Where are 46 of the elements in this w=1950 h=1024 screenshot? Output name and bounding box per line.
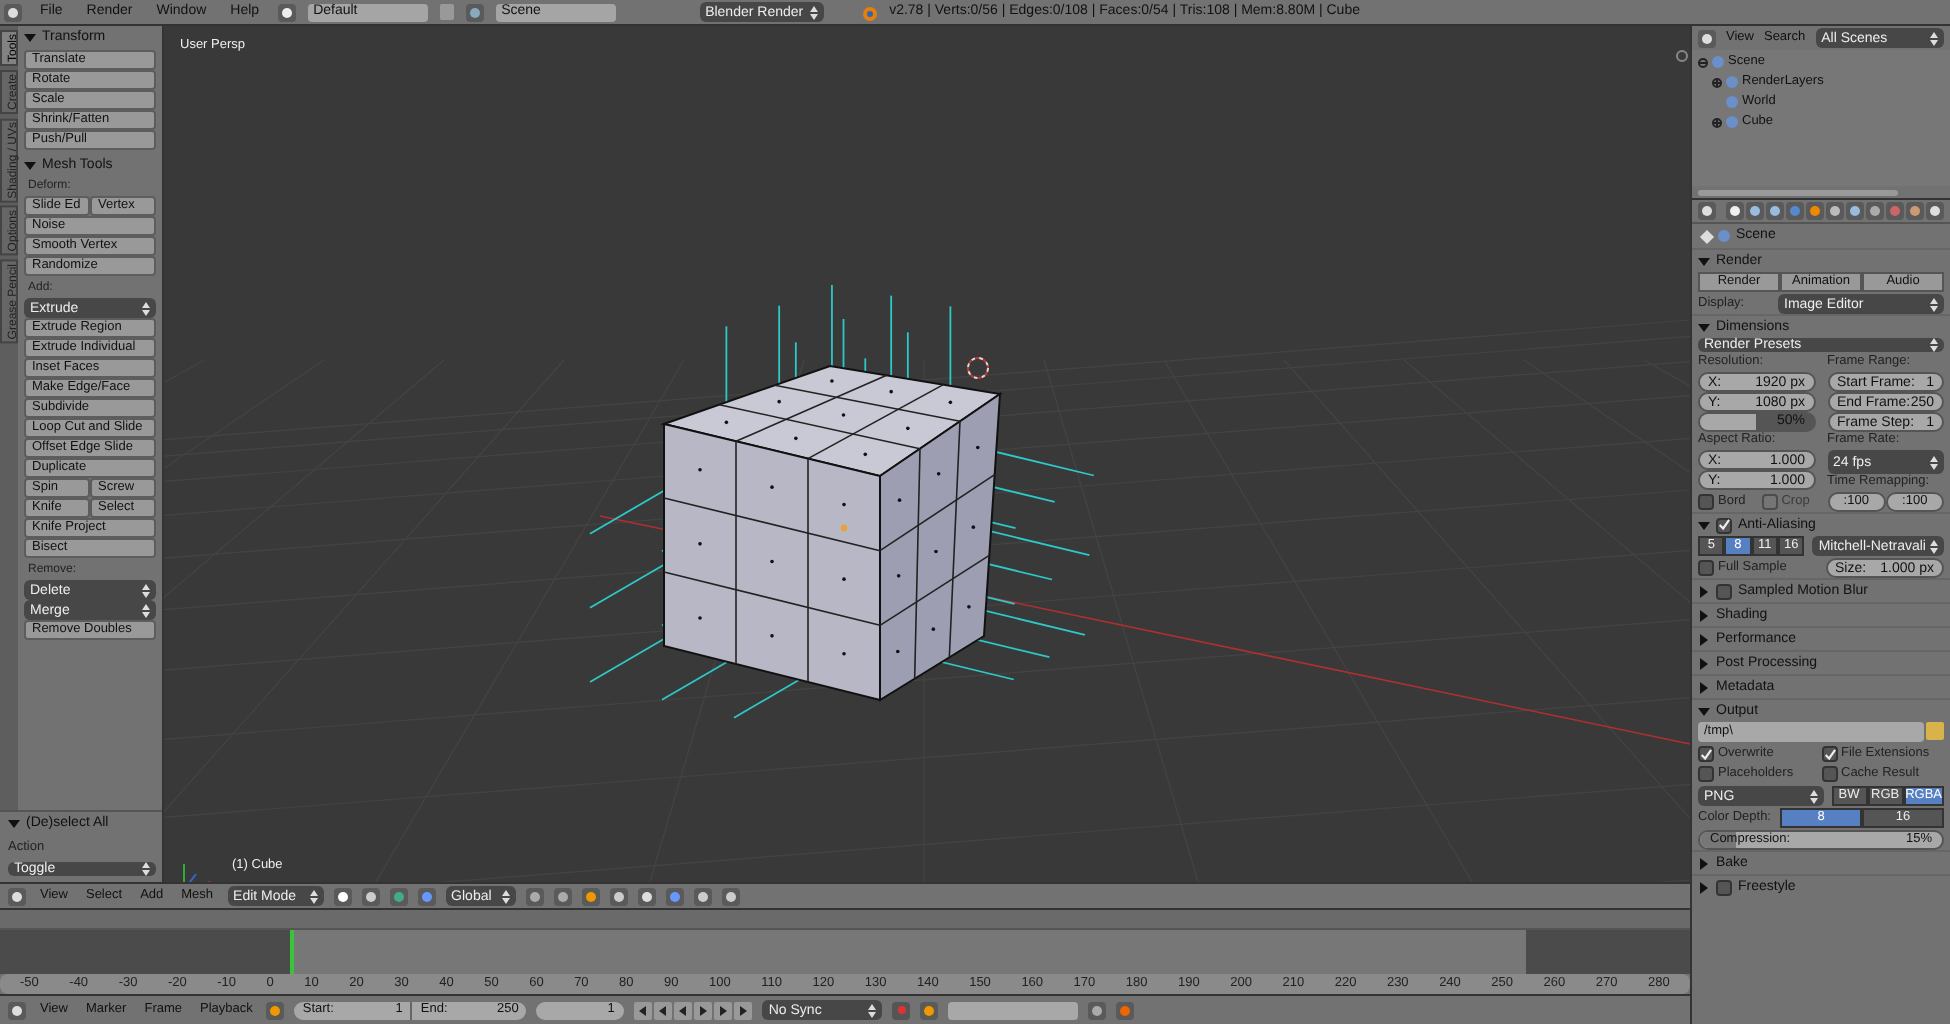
collapse-icon[interactable] — [1698, 57, 1708, 67]
expanded-triangle-icon[interactable] — [1698, 321, 1710, 333]
keying-set-field[interactable] — [948, 1001, 1079, 1019]
jump-start-icon[interactable] — [634, 1001, 653, 1019]
expand-icon[interactable] — [1712, 117, 1722, 127]
up-down-arrows-icon — [1809, 789, 1817, 803]
corner-widget-icon[interactable] — [1676, 50, 1688, 62]
checkbox[interactable] — [1698, 560, 1714, 576]
checkbox[interactable] — [1716, 517, 1732, 533]
up-down-arrows-icon — [501, 889, 510, 903]
up-down-arrows-icon — [142, 301, 150, 315]
jump-end-icon[interactable] — [734, 1001, 753, 1019]
expanded-triangle-icon[interactable] — [8, 817, 20, 830]
expanded-triangle-icon[interactable] — [1698, 255, 1710, 267]
up-down-arrows-icon — [1930, 539, 1938, 553]
expanded-triangle-icon[interactable] — [24, 32, 36, 44]
up-down-arrows-icon — [1930, 455, 1938, 469]
up-down-arrows-icon — [309, 889, 318, 903]
up-down-arrows-icon — [809, 5, 818, 19]
up-down-arrows-icon — [868, 1003, 877, 1017]
checkbox[interactable] — [1698, 766, 1714, 782]
checkbox[interactable] — [1698, 746, 1714, 762]
scrollbar[interactable] — [1698, 189, 1898, 195]
up-down-arrows-icon — [1930, 297, 1938, 311]
play-icon[interactable] — [694, 1001, 713, 1019]
checkbox[interactable] — [1821, 746, 1837, 762]
checkbox[interactable] — [1821, 766, 1837, 782]
next-keyframe-icon[interactable] — [714, 1001, 733, 1019]
3d-cursor-icon[interactable] — [967, 357, 989, 379]
pin-icon[interactable] — [1699, 228, 1715, 244]
up-down-arrows-icon — [142, 862, 150, 876]
up-down-arrows-icon — [1930, 31, 1938, 45]
expanded-triangle-icon[interactable] — [1698, 705, 1710, 717]
expand-icon[interactable] — [1712, 77, 1722, 87]
up-down-arrows-icon — [1930, 338, 1938, 352]
expanded-triangle-icon[interactable] — [24, 160, 36, 172]
blender-logo-icon — [859, 3, 878, 21]
checkbox[interactable] — [1716, 583, 1732, 599]
play-reverse-icon[interactable] — [674, 1001, 693, 1019]
checkbox[interactable] — [1698, 493, 1714, 509]
checkbox[interactable] — [1716, 879, 1732, 895]
current-frame-line — [290, 930, 294, 974]
expanded-triangle-icon[interactable] — [1698, 519, 1710, 531]
up-down-arrows-icon — [142, 583, 150, 597]
up-down-arrows-icon — [142, 603, 150, 617]
timeline-editor-icon[interactable] — [8, 1001, 26, 1019]
